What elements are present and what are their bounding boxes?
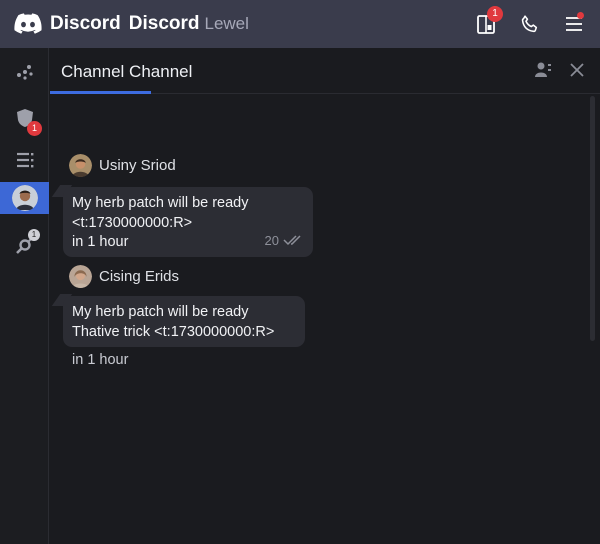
message-text-line: My herb patch will be ready — [72, 304, 249, 320]
message-bubble[interactable]: My herb patch will be ready <t:173000000… — [63, 187, 313, 257]
author-avatar[interactable] — [69, 154, 92, 177]
top-bar: Discord Discord Lewel 1 — [0, 0, 600, 48]
header-actions — [526, 57, 594, 83]
call-button[interactable] — [508, 0, 552, 48]
sidebar-badge: 1 — [27, 121, 42, 136]
message-bubble[interactable]: My herb patch will be ready Thative tric… — [63, 296, 305, 347]
message-followup-text: in 1 hour — [72, 352, 129, 368]
list-icon — [16, 152, 33, 168]
scrollbar[interactable] — [590, 96, 595, 341]
brand[interactable]: Discord Discord Lewel — [14, 13, 249, 35]
sidebar-item-list[interactable] — [0, 142, 49, 178]
active-tab-indicator — [50, 91, 151, 94]
sidebar-small-badge: 1 — [28, 229, 40, 241]
author-name[interactable]: Usiny Sriod — [99, 157, 176, 174]
message-text-line: Thative trick <t:1730000000:R> — [72, 323, 275, 340]
sidebar-item-satellite[interactable]: 1 — [0, 226, 49, 262]
message-author: Cising Erids — [69, 265, 179, 288]
brand-name-repeat: Discord — [128, 13, 200, 34]
discord-logo-icon — [14, 13, 42, 34]
sidebar-item-shield[interactable]: 1 — [0, 100, 49, 136]
tablet-button[interactable]: 1 — [464, 0, 508, 48]
read-check-icon — [283, 235, 301, 246]
sidebar: 1 1 — [0, 48, 49, 544]
user-avatar — [11, 185, 38, 211]
brand-subtitle: Lewel — [204, 14, 249, 33]
notification-badge: 1 — [487, 6, 503, 22]
message-author: Usiny Sriod — [69, 154, 176, 177]
message-text-line: My herb patch will be ready — [72, 195, 249, 211]
message-time: 20 — [264, 232, 279, 248]
author-name[interactable]: Cising Erids — [99, 268, 179, 285]
close-button[interactable] — [560, 57, 594, 83]
brand-name: Discord — [50, 13, 121, 34]
top-actions: 1 — [464, 0, 600, 48]
sidebar-item-dots[interactable] — [0, 53, 49, 89]
message-meta: 20 — [265, 231, 305, 251]
dots-icon — [16, 65, 33, 80]
menu-button[interactable] — [552, 0, 596, 48]
phone-icon — [521, 15, 538, 33]
author-avatar[interactable] — [69, 265, 92, 288]
menu-alert-dot — [577, 12, 584, 19]
close-icon — [570, 63, 584, 77]
member-list-button[interactable] — [526, 57, 560, 83]
channel-title[interactable]: Channel Channel — [61, 62, 192, 82]
sidebar-item-user[interactable] — [0, 182, 49, 214]
channel-header: Channel Channel — [50, 48, 600, 94]
member-list-icon — [535, 62, 551, 77]
